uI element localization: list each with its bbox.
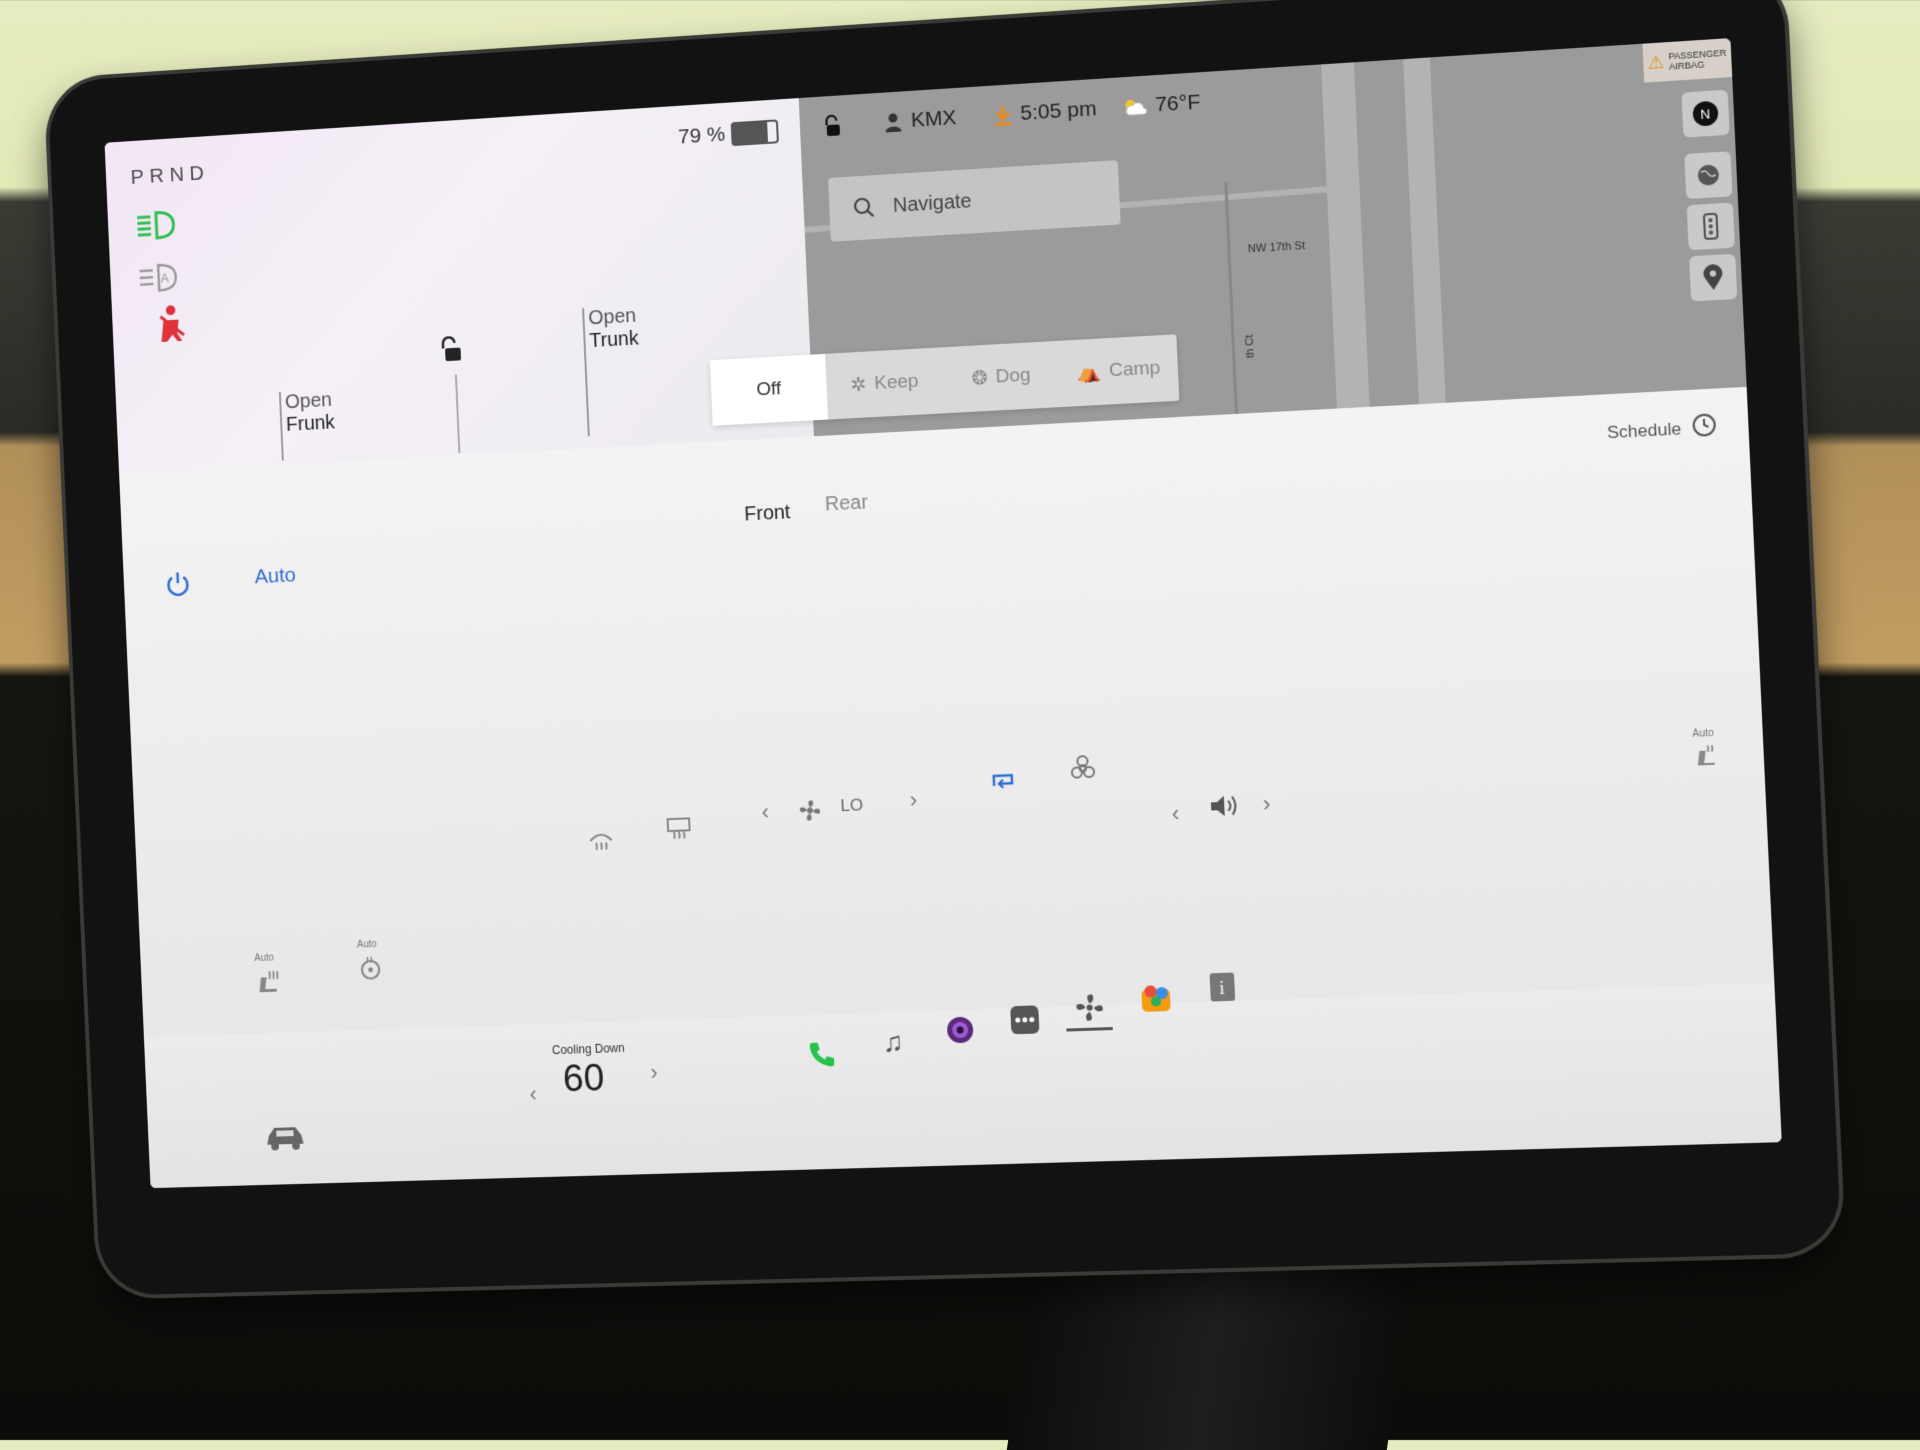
volume-icon[interactable] (1206, 790, 1242, 822)
auto-headlights-icon[interactable]: A (136, 259, 181, 297)
clock-icon[interactable] (1690, 411, 1719, 439)
driver-name: KMX (910, 106, 956, 133)
open-frunk-button[interactable]: Open Frunk (285, 389, 336, 437)
fan-decrease-button[interactable]: ‹ (761, 799, 769, 825)
toybox-icon[interactable] (1135, 977, 1177, 1019)
battery-fill (733, 122, 768, 144)
airbag-text: PASSENGER AIRBAG (1668, 48, 1727, 72)
paw-icon: ❂ (971, 366, 988, 390)
display-bezel: PRND 79 % A Open Frunk Open (47, 0, 1842, 1296)
person-icon (883, 111, 904, 132)
climate-power-button[interactable] (161, 567, 195, 602)
seat-heat-auto-label: Auto (254, 953, 274, 964)
search-placeholder: Navigate (892, 190, 972, 218)
car-icon[interactable] (262, 1120, 309, 1155)
more-apps-icon[interactable] (1004, 999, 1046, 1040)
mode-dog[interactable]: ❂ Dog (941, 341, 1061, 413)
airbag-icon: ⚠ (1647, 51, 1665, 74)
open-trunk-label-1: Open (588, 305, 638, 331)
mode-camp[interactable]: ⛺ Camp (1058, 334, 1179, 407)
mode-off[interactable]: Off (710, 354, 828, 426)
fan-increase-button[interactable]: › (909, 787, 917, 813)
steering-wheel-heater-icon[interactable] (355, 953, 385, 983)
lock-status-icon[interactable] (821, 113, 844, 138)
schedule-button[interactable]: Schedule (1607, 419, 1682, 443)
mode-off-label: Off (756, 378, 782, 401)
svg-text:A: A (160, 270, 169, 285)
temp-increase-button[interactable]: › (650, 1060, 658, 1086)
climate-auto-button[interactable]: Auto (254, 564, 296, 589)
volume-increase-button[interactable]: › (1262, 791, 1271, 818)
satellite-view-button[interactable] (1684, 151, 1732, 199)
passenger-seat-heater-icon[interactable] (1691, 740, 1722, 770)
active-app-indicator (1066, 1027, 1112, 1032)
tent-icon: ⛺ (1077, 360, 1102, 385)
mode-camp-label: Camp (1109, 357, 1161, 382)
street-label: th Ct (1243, 334, 1256, 358)
music-icon[interactable]: ♫ (872, 1022, 914, 1063)
tab-rear[interactable]: Rear (824, 491, 868, 516)
recirculate-icon[interactable] (988, 767, 1019, 794)
compass-button[interactable]: N (1681, 90, 1729, 138)
temp-decrease-button[interactable]: ‹ (529, 1081, 537, 1107)
map-pin-icon (1702, 264, 1724, 292)
steering-heat-auto-label: Auto (1692, 728, 1714, 740)
traffic-button[interactable] (1687, 202, 1735, 250)
svg-text:N: N (1700, 106, 1711, 122)
driver-profile[interactable]: KMX (883, 106, 957, 135)
mode-dog-label: Dog (995, 365, 1031, 389)
battery-icon (731, 119, 779, 146)
fan-level: LO (840, 795, 863, 816)
svg-text:i: i (1219, 978, 1225, 999)
passenger-airbag-indicator: ⚠ PASSENGER AIRBAG (1642, 38, 1732, 83)
compass-icon: N (1691, 99, 1720, 127)
weather: 76°F (1122, 90, 1201, 119)
traffic-light-icon (1702, 213, 1720, 241)
power-icon (163, 569, 193, 600)
download-icon[interactable] (992, 103, 1013, 126)
bioweapon-mode-icon[interactable] (1068, 754, 1097, 783)
open-frunk-label-1: Open (285, 389, 335, 414)
fan-icon (795, 795, 826, 826)
mode-keep-label: Keep (874, 371, 919, 395)
map-road (1224, 182, 1238, 414)
time-display: 5:05 pm (1020, 97, 1097, 126)
open-trunk-label-2: Trunk (589, 328, 639, 354)
door-leader-line (455, 374, 460, 453)
frunk-leader-line (279, 392, 284, 461)
charging-pin-button[interactable] (1689, 254, 1737, 302)
partly-cloudy-icon (1122, 97, 1147, 117)
rear-defrost-icon[interactable] (663, 812, 694, 843)
driver-seat-heater-icon[interactable] (253, 966, 283, 996)
manual-info-icon[interactable]: i (1201, 966, 1243, 1008)
fan-icon: ✲ (850, 373, 867, 397)
seatbelt-warning-icon (151, 301, 191, 346)
tab-front[interactable]: Front (744, 501, 791, 526)
cabin-temp-setpoint: 60 (562, 1058, 605, 1102)
gear-selector: PRND (130, 161, 210, 189)
touchscreen: PRND 79 % A Open Frunk Open (105, 38, 1782, 1188)
front-defrost-icon[interactable] (586, 823, 617, 854)
mode-keep[interactable]: ✲ Keep (825, 347, 944, 419)
open-frunk-label-2: Frunk (286, 412, 336, 437)
volume-decrease-button[interactable]: ‹ (1171, 801, 1180, 828)
search-icon (853, 196, 876, 219)
globe-icon (1695, 162, 1721, 188)
phone-icon[interactable] (801, 1034, 842, 1075)
climate-fan-app-icon[interactable] (1069, 987, 1111, 1029)
camera-icon[interactable] (939, 1009, 981, 1050)
steering-auto-label: Auto (357, 939, 377, 951)
outside-temp: 76°F (1155, 90, 1201, 117)
clock: 5:05 pm (992, 97, 1097, 128)
temp-status: Cooling Down (552, 1041, 625, 1057)
battery-percent: 79 % (678, 123, 726, 150)
unlock-icon[interactable] (436, 334, 466, 365)
open-trunk-button[interactable]: Open Trunk (588, 305, 639, 353)
headlights-icon[interactable] (134, 206, 179, 244)
